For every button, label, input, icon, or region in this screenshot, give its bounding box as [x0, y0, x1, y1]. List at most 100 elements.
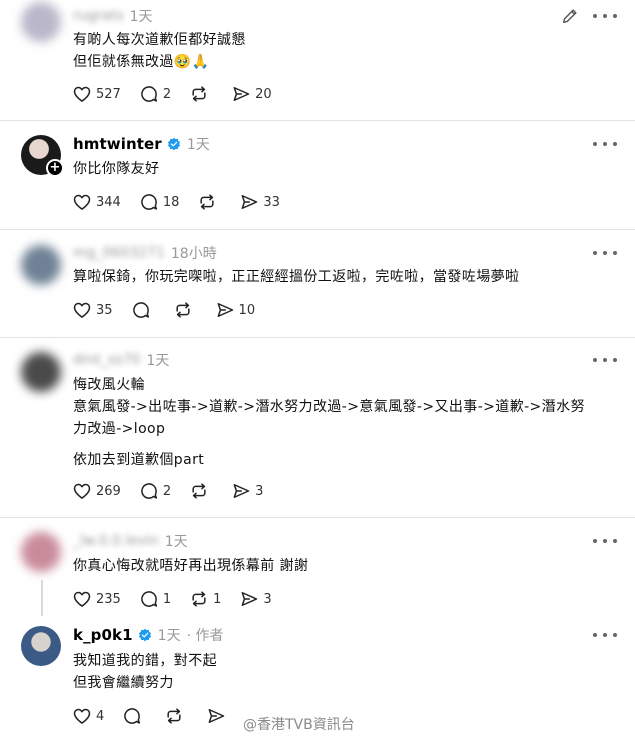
username[interactable]: k_p0k1 — [73, 626, 133, 644]
comment-feed: rugrats 1天 有啲人每次道歉佢都好誠懇 但佢就係無改過🥹🙏 527 2 — [0, 0, 635, 741]
repost-button[interactable] — [164, 706, 188, 726]
repost-count: 1 — [213, 591, 222, 607]
watermark-text: @香港TVB資訊台 — [243, 717, 355, 733]
comment-icon — [124, 708, 141, 724]
heart-icon — [73, 591, 91, 607]
post-text-line: 你比你隊友好 — [73, 161, 160, 177]
avatar[interactable] — [21, 2, 61, 42]
post-text-line: 但我會繼續努力 — [73, 675, 174, 691]
like-count: 4 — [96, 708, 105, 724]
more-icon[interactable] — [593, 628, 617, 642]
post-text-line: 意氣風發->出咗事->道歉->潛水努力改過->意氣風發->又出事->道歉->潛水… — [73, 399, 585, 415]
repost-icon — [200, 194, 214, 210]
reply-button[interactable]: 1 — [139, 589, 171, 609]
send-icon — [241, 592, 258, 606]
repost-button[interactable] — [189, 481, 213, 501]
send-icon — [208, 709, 225, 723]
like-button[interactable]: 235 — [72, 589, 121, 609]
plus-icon[interactable]: + — [46, 159, 64, 177]
comment-icon — [141, 86, 157, 102]
share-button[interactable] — [206, 706, 230, 726]
divider — [0, 229, 635, 230]
repost-button[interactable] — [197, 192, 221, 212]
send-icon — [233, 484, 250, 498]
heart-icon — [73, 194, 91, 210]
more-icon[interactable] — [593, 9, 617, 23]
more-icon[interactable] — [593, 246, 617, 260]
post-time: 1天 — [146, 353, 170, 369]
more-icon[interactable] — [593, 137, 617, 151]
more-icon[interactable] — [593, 534, 617, 548]
send-icon — [217, 303, 233, 317]
repost-icon — [192, 483, 206, 499]
reply-count: 1 — [162, 591, 172, 607]
post-text-line: 悔改風火輪 — [73, 377, 145, 393]
reply-count: 2 — [162, 483, 172, 499]
username-blurred[interactable]: _lw.0.0.levin — [73, 533, 159, 549]
like-button[interactable]: 269 — [72, 481, 121, 501]
repost-icon — [192, 86, 206, 102]
share-button[interactable]: 20 — [231, 84, 272, 104]
reply-button[interactable]: 2 — [139, 481, 171, 501]
avatar[interactable] — [21, 245, 61, 285]
share-count: 3 — [263, 591, 272, 607]
like-button[interactable]: 35 — [72, 300, 113, 320]
like-count: 344 — [96, 194, 121, 210]
repost-button[interactable] — [173, 300, 197, 320]
reply-button[interactable] — [122, 706, 146, 726]
post-actions: 344 18 33 — [72, 191, 298, 213]
share-button[interactable]: 10 — [215, 300, 255, 320]
heart-icon — [73, 86, 91, 102]
repost-icon — [175, 302, 190, 318]
username[interactable]: hmtwinter — [73, 135, 162, 153]
pencil-icon[interactable] — [561, 7, 579, 25]
divider — [0, 337, 635, 338]
heart-icon — [73, 302, 91, 318]
heart-icon — [73, 483, 91, 499]
post-text-line: 依加去到道歉個part — [73, 452, 205, 468]
like-count: 269 — [96, 483, 121, 499]
post-text-line: 算啦保錡，你玩完㗎啦，正正經經搵份工返啦，完咗啦，當發咗場夢啦 — [73, 269, 520, 285]
post-text-line: 我知道我的錯，對不起 — [73, 653, 217, 669]
share-button[interactable]: 33 — [239, 192, 280, 212]
post-actions: 4 — [72, 705, 248, 727]
reply-count: 2 — [162, 86, 172, 102]
post-actions: 235 1 1 3 — [72, 588, 290, 610]
comment-icon — [141, 483, 157, 499]
post-text-line: 你真心悔改就唔好再出現係幕前 謝謝 — [73, 558, 309, 574]
like-button[interactable]: 4 — [72, 706, 104, 726]
repost-button[interactable]: 1 — [189, 589, 221, 609]
comment-icon — [132, 302, 149, 318]
divider — [0, 517, 635, 518]
more-icon[interactable] — [593, 353, 617, 367]
reply-count: 18 — [162, 194, 180, 210]
like-count: 527 — [96, 86, 121, 102]
like-button[interactable]: 344 — [72, 192, 121, 212]
thread-line — [41, 580, 43, 616]
post-time: 1天 — [129, 9, 153, 25]
username-blurred[interactable]: rugrats — [73, 8, 124, 24]
post-text-line: 力改過->loop — [73, 421, 166, 437]
comment-icon — [141, 194, 157, 210]
repost-button[interactable] — [189, 84, 213, 104]
author-tag: · 作者 — [186, 628, 224, 644]
divider — [0, 120, 635, 121]
username-blurred[interactable]: dmt_ss70 — [73, 352, 140, 368]
reply-button[interactable] — [131, 300, 155, 320]
send-icon — [233, 87, 250, 101]
post-time: 1天 — [186, 137, 210, 153]
reply-button[interactable]: 2 — [139, 84, 171, 104]
comment-icon — [141, 591, 157, 607]
avatar[interactable] — [21, 532, 61, 572]
username-blurred[interactable]: mg_0603271 — [73, 245, 165, 261]
post-time: 1天 — [164, 534, 188, 550]
post-actions: 269 2 3 — [72, 480, 281, 502]
avatar[interactable] — [21, 626, 61, 666]
like-button[interactable]: 527 — [72, 84, 121, 104]
like-count: 235 — [96, 591, 121, 607]
repost-icon — [192, 591, 206, 607]
share-button[interactable]: 3 — [239, 589, 272, 609]
share-button[interactable]: 3 — [231, 481, 263, 501]
reply-button[interactable]: 18 — [139, 192, 180, 212]
avatar[interactable] — [21, 352, 61, 392]
